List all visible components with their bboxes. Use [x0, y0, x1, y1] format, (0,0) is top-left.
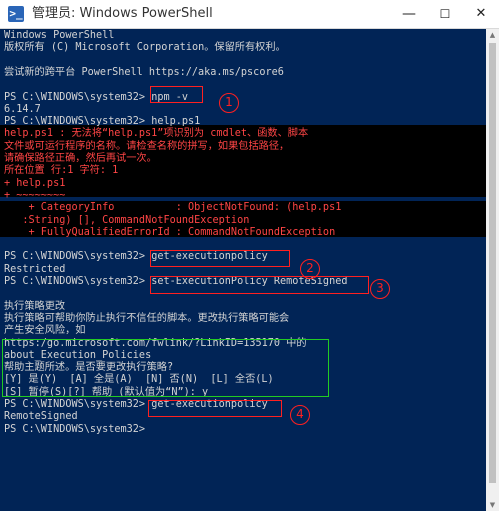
annotation-box-confirm — [2, 339, 329, 397]
console-line: PS C:\WINDOWS\system32> help.ps1 — [4, 116, 201, 128]
console-line: 尝试新的跨平台 PowerShell https://aka.ms/pscore… — [4, 66, 284, 78]
annotation-marker-4: 4 — [290, 405, 310, 425]
error-line: + CategoryInfo : ObjectNotFound: (help.p… — [4, 202, 342, 214]
window-title: 管理员: Windows PowerShell — [32, 6, 213, 21]
error-line: + ~~~~~~~~ — [4, 189, 66, 201]
error-line: help.ps1 : 无法将“help.ps1”项识别为 cmdlet、函数、脚… — [4, 128, 309, 140]
console-output[interactable]: Windows PowerShell 版权所有 (C) Microsoft Cor… — [0, 29, 486, 511]
annotation-box-set-policy — [150, 276, 369, 294]
console-line: RemoteSigned — [4, 411, 78, 423]
scroll-up-icon[interactable]: ▲ — [486, 29, 499, 41]
console-line: Windows PowerShell — [4, 30, 115, 41]
console-line: 执行策略更改 — [4, 300, 66, 312]
powershell-icon: >_ — [8, 6, 24, 22]
annotation-box-npm — [150, 86, 203, 103]
error-line: 所在位置 行:1 字符: 1 — [4, 165, 119, 177]
maximize-button[interactable]: ☐ — [427, 0, 463, 28]
console-line: 执行策略可帮助你防止执行不信任的脚本。更改执行策略可能会 — [4, 312, 290, 324]
annotation-box-get-policy — [150, 250, 290, 267]
console-line: 版权所有 (C) Microsoft Corporation。保留所有权利。 — [4, 42, 286, 54]
annotation-marker-3: 3 — [370, 279, 390, 299]
error-line: :String) [], CommandNotFoundException — [4, 214, 250, 226]
close-button[interactable]: ✕ — [463, 0, 499, 28]
title-bar[interactable]: >_ 管理员: Windows PowerShell — ☐ ✕ — [0, 0, 499, 29]
scrollbar-thumb[interactable] — [489, 43, 496, 483]
console-line: 产生安全风险，如 — [4, 325, 86, 337]
error-line: + FullyQualifiedErrorId : CommandNotFoun… — [4, 226, 336, 238]
console-line: 6.14.7 — [4, 103, 41, 115]
error-line: 请确保路径正确，然后再试一次。 — [4, 153, 157, 164]
scroll-down-icon[interactable]: ▼ — [486, 499, 499, 511]
error-line: + help.ps1 — [4, 177, 66, 189]
annotation-marker-1: 1 — [219, 93, 239, 113]
minimize-button[interactable]: — — [391, 0, 427, 28]
vertical-scrollbar[interactable]: ▲ ▼ — [486, 29, 499, 511]
console-line: Restricted — [4, 263, 66, 275]
error-line: 文件或可运行程序的名称。请检查名称的拼写，如果包括路径， — [4, 140, 290, 152]
annotation-box-get-policy-2 — [148, 400, 282, 417]
console-line: PS C:\WINDOWS\system32> — [4, 423, 146, 435]
